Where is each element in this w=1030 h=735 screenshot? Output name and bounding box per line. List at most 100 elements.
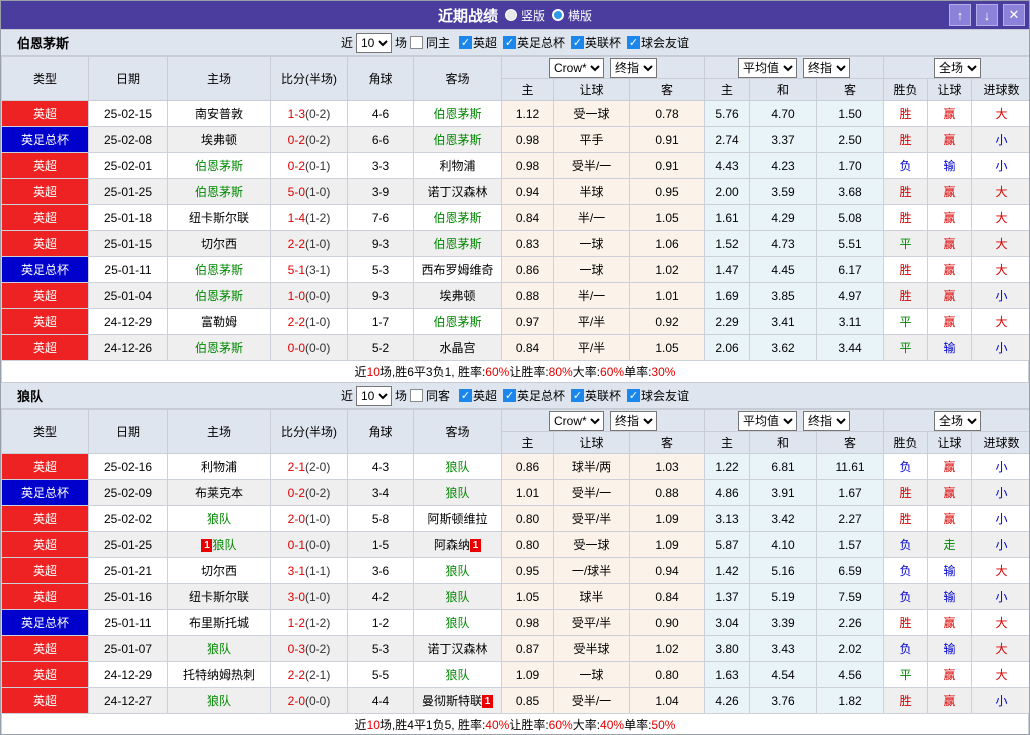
- average-odds-cell: 4.56: [816, 661, 885, 688]
- league-checkbox[interactable]: ✓: [571, 389, 585, 402]
- league-checkbox[interactable]: ✓: [458, 389, 472, 402]
- radio-selected-icon[interactable]: [504, 9, 517, 21]
- match-date: 25-01-11: [88, 609, 168, 636]
- result-cell: 输: [927, 334, 973, 361]
- handicap-odds-cell: 受半/一: [553, 687, 630, 714]
- home-team-name: 南安普敦: [194, 107, 243, 121]
- match-date: 25-02-01: [88, 152, 168, 179]
- summary-segment: 10: [366, 364, 380, 379]
- match-date: 25-02-08: [88, 126, 168, 153]
- fulltime-score: 0-2: [287, 132, 305, 147]
- league-checkbox[interactable]: ✓: [503, 389, 516, 402]
- away-team-name: 西布罗姆维奇: [421, 263, 494, 277]
- home-team-cell: 狼队: [167, 635, 271, 662]
- average-odds-select[interactable]: 平均值: [738, 57, 798, 78]
- average-odds-cell: 2.00: [704, 178, 751, 205]
- odds-stage-select[interactable]: 终指: [610, 57, 657, 78]
- column-header-date: 日期: [88, 56, 168, 101]
- average-odds-cell: 1.47: [704, 256, 751, 283]
- summary-segment: 近: [354, 718, 367, 732]
- corners-cell: 3-3: [347, 152, 414, 179]
- result-cell: 胜: [883, 505, 929, 532]
- scope-select[interactable]: 全场: [934, 410, 982, 431]
- score-cell: 0-2(0-2): [270, 126, 348, 153]
- average-odds-select[interactable]: 平均值: [738, 410, 798, 431]
- handicap-odds-cell: 0.92: [628, 308, 706, 335]
- league-badge: 英超: [1, 557, 89, 584]
- result-cell: 小: [971, 479, 1029, 506]
- league-badge: 英足总杯: [1, 609, 89, 636]
- average-odds-cell: 1.61: [704, 204, 751, 231]
- move-up-button[interactable]: ↑: [949, 4, 971, 26]
- score-cell: 5-1(3-1): [270, 256, 348, 283]
- odds-stage-select[interactable]: 终指: [610, 410, 657, 431]
- average-odds-cell: 3.62: [749, 334, 818, 361]
- radio-unselected-icon[interactable]: [552, 9, 564, 21]
- average-odds-cell: 4.23: [749, 152, 818, 179]
- match-row: 英足总杯 25-01-11 伯恩茅斯 5-1(3-1) 5-3 西布罗姆维奇 0.86 一球 1…: [1, 256, 1029, 283]
- odds-provider-select[interactable]: Crow*: [549, 57, 604, 78]
- layout-radio-horizontal[interactable]: 横版: [552, 7, 592, 24]
- match-date: 24-12-29: [88, 661, 168, 688]
- subcol-avg-away: 客: [816, 78, 885, 101]
- handicap-odds-cell: 1.06: [628, 230, 706, 257]
- layout-radio-vertical[interactable]: 竖版: [504, 7, 545, 24]
- result-cell: 胜: [883, 178, 929, 205]
- match-date: 25-01-16: [88, 583, 168, 610]
- section-header-wolves: 狼队 近 10 场 同客 ✓ 英超 ✓ 英足总杯 ✓ 英联杯 ✓ 球会友谊: [1, 382, 1029, 409]
- home-team-name: 布莱克本: [194, 486, 243, 500]
- summary-segment: 单率:: [624, 718, 652, 732]
- handicap-odds-cell: 1.09: [501, 661, 554, 688]
- match-count-select[interactable]: 10: [355, 32, 392, 53]
- corners-cell: 4-4: [347, 687, 414, 714]
- average-odds-cell: 4.86: [704, 479, 751, 506]
- match-row: 英超 25-01-15 切尔西 2-2(1-0) 9-3 伯恩茅斯 0.83 一球 1.06 1.…: [1, 230, 1029, 257]
- handicap-odds-cell: 受半球: [553, 635, 630, 662]
- handicap-odds-cell: 0.84: [501, 334, 554, 361]
- match-count-select[interactable]: 10: [355, 385, 392, 406]
- average-odds-cell: 3.37: [749, 126, 818, 153]
- away-team-name: 伯恩茅斯: [433, 315, 482, 329]
- average-odds-cell: 7.59: [816, 583, 885, 610]
- league-badge: 英超: [1, 334, 89, 361]
- same-venue-checkbox[interactable]: [409, 36, 423, 49]
- league-checkbox[interactable]: ✓: [627, 389, 641, 402]
- league-checkbox[interactable]: ✓: [503, 36, 516, 49]
- average-stage-select[interactable]: 终指: [803, 57, 851, 78]
- close-button[interactable]: ✕: [1003, 4, 1025, 26]
- home-team-cell: 1 狼队: [167, 531, 271, 558]
- match-date: 25-01-04: [88, 282, 168, 309]
- average-odds-cell: 4.43: [704, 152, 751, 179]
- result-cell: 小: [971, 505, 1029, 532]
- same-venue-checkbox[interactable]: [409, 389, 423, 402]
- home-team-name: 切尔西: [200, 237, 237, 251]
- handicap-odds-cell: 半/一: [553, 282, 630, 309]
- away-team-cell: 水晶宫: [413, 334, 502, 361]
- match-date: 25-01-25: [88, 178, 168, 205]
- league-badge: 英超: [1, 505, 89, 532]
- home-team-name: 利物浦: [200, 460, 237, 474]
- league-checkbox[interactable]: ✓: [627, 36, 641, 49]
- average-odds-cell: 2.27: [816, 505, 885, 532]
- away-team-cell: 伯恩茅斯: [413, 230, 502, 257]
- league-checkbox[interactable]: ✓: [571, 36, 585, 49]
- league-checkbox[interactable]: ✓: [458, 36, 472, 49]
- halftime-score: (0-2): [305, 641, 331, 656]
- result-cell: 胜: [883, 609, 929, 636]
- match-row: 英足总杯 25-01-11 布里斯托城 1-2(1-2) 1-2 狼队 0.98 受平/半 0.…: [1, 609, 1029, 636]
- handicap-odds-cell: 平/半: [553, 334, 630, 361]
- halftime-score: (2-0): [305, 459, 331, 474]
- home-team-cell: 埃弗顿: [167, 126, 271, 153]
- scope-select[interactable]: 全场: [934, 57, 982, 78]
- average-odds-cell: 3.76: [749, 687, 818, 714]
- average-stage-select[interactable]: 终指: [803, 410, 851, 431]
- odds-provider-select[interactable]: Crow*: [549, 410, 604, 431]
- match-row: 英超 25-02-15 南安普敦 1-3(0-2) 4-6 伯恩茅斯 1.12 受一球 0.78…: [1, 100, 1029, 127]
- away-team-cell: 狼队: [413, 609, 502, 636]
- away-team-cell: 利物浦: [413, 152, 502, 179]
- home-team-cell: 南安普敦: [167, 100, 271, 127]
- average-odds-cell: 3.13: [704, 505, 751, 532]
- move-down-button[interactable]: ↓: [976, 4, 998, 26]
- away-team-cell: 伯恩茅斯: [413, 204, 502, 231]
- match-date: 25-01-15: [88, 230, 168, 257]
